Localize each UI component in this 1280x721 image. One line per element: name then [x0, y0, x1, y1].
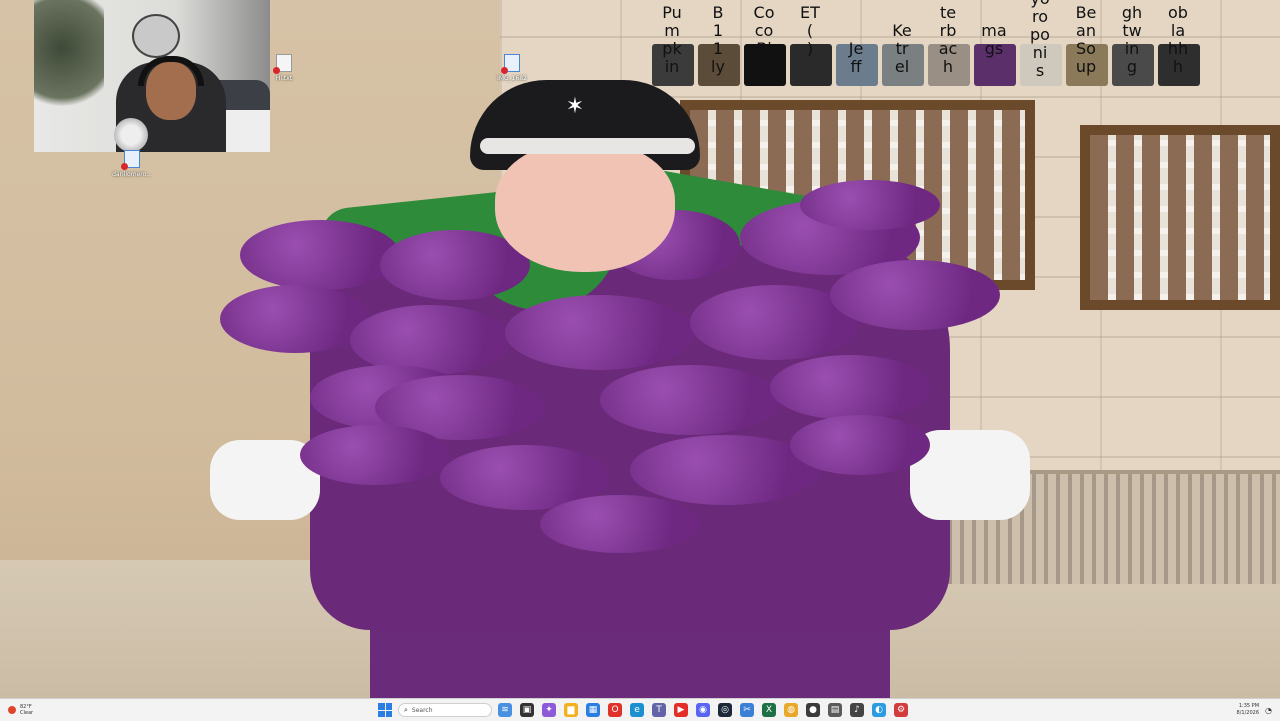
contact-item[interactable]: Co co Bi sh: [742, 0, 786, 90]
opera-icon[interactable]: O: [608, 703, 622, 717]
contact-item[interactable]: Be an So up: [1064, 0, 1108, 90]
settings-icon[interactable]: ⚙: [894, 703, 908, 717]
contact-item[interactable]: yo ro po ni s: [1018, 0, 1062, 90]
desktop-icon-label: IMG_1682: [497, 75, 527, 82]
mascot-figure: [132, 14, 180, 58]
search-placeholder: Search: [411, 706, 433, 714]
clock-date: 8/1/2026: [1236, 710, 1260, 716]
image-file-icon: [501, 54, 520, 74]
contact-name: gh tw in g: [1121, 3, 1143, 76]
steam-icon[interactable]: ◎: [718, 703, 732, 717]
taskbar-search-box[interactable]: ⌕ Search: [398, 703, 492, 717]
edge-icon[interactable]: e: [630, 703, 644, 717]
contact-item[interactable]: B 1 1 ly: [696, 0, 740, 90]
wallpaper-photo-frame: [1080, 125, 1280, 310]
weather-sun-icon: [8, 706, 16, 714]
contact-name: te rb ac h: [938, 3, 958, 76]
notification-bell-icon[interactable]: ◔: [1265, 706, 1272, 715]
youtube-icon[interactable]: ▶: [674, 703, 688, 717]
taskbar: 82°F Clear ⌕ Search ≋ ▣ ✦ ▆ ▦ Oe T ▶ ◉ ◎ ✂ X ◍ ● ▤ ♪ ◐ ⚙ …: [0, 698, 1280, 721]
paint-icon[interactable]: ◐: [872, 703, 886, 717]
shortcut-file-icon: [121, 150, 140, 170]
contact-name: yo ro po ni s: [1030, 0, 1050, 80]
contact-name: B 1 1 ly: [711, 3, 725, 76]
contact-item[interactable]: ob la hh h: [1156, 0, 1200, 90]
desktop-icon-shortcut[interactable]: darillomero...: [112, 150, 152, 178]
desktop-icon-image-file[interactable]: IMG_1682: [492, 54, 532, 82]
webcam-overlay: [34, 0, 270, 152]
contact-item[interactable]: Pu m pk in: [650, 0, 694, 90]
pinned-contacts-strip: Pu m pk in B 1 1 ly Co co Bi sh ET ( ) J…: [650, 0, 1260, 90]
teams-icon[interactable]: T: [652, 703, 666, 717]
weather-description: Clear: [20, 710, 34, 716]
task-view-icon[interactable]: ▣: [520, 703, 534, 717]
desktop-icon-label: darillomero...: [112, 171, 152, 178]
contact-name: Pu m pk in: [662, 3, 682, 76]
contact-item[interactable]: te rb ac h: [926, 0, 970, 90]
discord-icon[interactable]: ◉: [696, 703, 710, 717]
store-icon[interactable]: ▦: [586, 703, 600, 717]
chrome-icon[interactable]: ◍: [784, 703, 798, 717]
file-explorer-icon[interactable]: ▆: [564, 703, 578, 717]
desktop-icon-text-file[interactable]: Hi.txt: [264, 54, 304, 82]
desktop-icon-label: Hi.txt: [275, 75, 293, 82]
text-file-icon: [273, 54, 292, 74]
contact-name: ob la hh h: [1167, 3, 1189, 76]
obs-icon[interactable]: ●: [806, 703, 820, 717]
contact-item[interactable]: ma gs: [972, 0, 1016, 90]
weather-widget[interactable]: 82°F Clear: [8, 701, 33, 719]
excel-icon[interactable]: X: [762, 703, 776, 717]
system-tray: 1:35 PM 8/1/2026 ◔: [1237, 701, 1272, 719]
copilot-icon[interactable]: ✦: [542, 703, 556, 717]
calculator-icon[interactable]: ▤: [828, 703, 842, 717]
music-icon[interactable]: ♪: [850, 703, 864, 717]
contact-item[interactable]: Je ff: [834, 0, 878, 90]
taskbar-pinned-apps: ⌕ Search ≋ ▣ ✦ ▆ ▦ Oe T ▶ ◉ ◎ ✂ X ◍ ● ▤ ♪ ◐ ⚙: [378, 701, 908, 719]
contact-name: Be an So up: [1075, 3, 1097, 76]
contact-name: ET ( ): [800, 3, 820, 58]
contact-item[interactable]: Ke tr el: [880, 0, 924, 90]
taskbar-clock[interactable]: 1:35 PM 8/1/2026: [1237, 703, 1259, 717]
contact-name: Je ff: [848, 39, 864, 76]
contact-name: Ke tr el: [892, 21, 912, 76]
contact-item[interactable]: ET ( ): [788, 0, 832, 90]
start-button[interactable]: [378, 703, 392, 717]
contact-name: Co co Bi sh: [753, 3, 775, 76]
contact-item[interactable]: gh tw in g: [1110, 0, 1154, 90]
widgets-icon[interactable]: ≋: [498, 703, 512, 717]
search-icon: ⌕: [404, 705, 408, 714]
clock-time: 1:35 PM: [1238, 703, 1260, 709]
snipping-tool-icon[interactable]: ✂: [740, 703, 754, 717]
contact-name: ma gs: [981, 21, 1007, 58]
microphone-icon: [114, 118, 148, 152]
maple-leaf-icon: ✶: [565, 94, 585, 119]
wallpaper-grape-costume-person: ✶: [210, 80, 1050, 698]
